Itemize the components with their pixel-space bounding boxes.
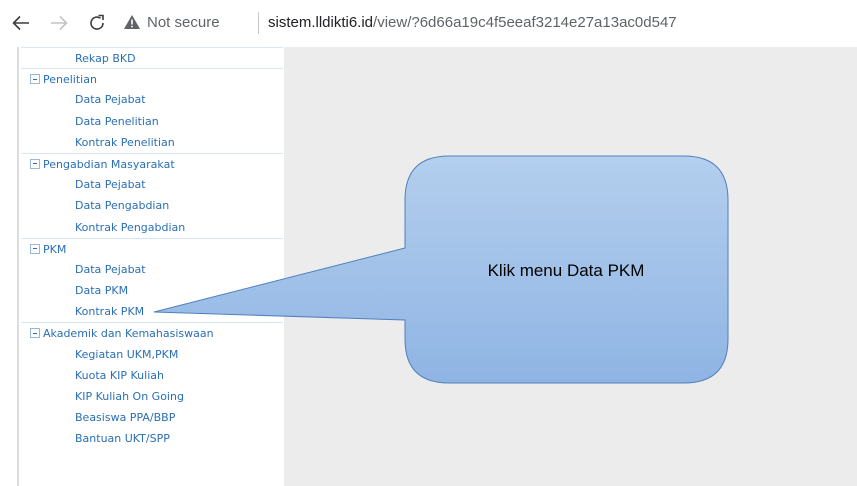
callout-text: Klik menu Data PKM: [487, 261, 645, 280]
callout-shape: [153, 155, 729, 384]
